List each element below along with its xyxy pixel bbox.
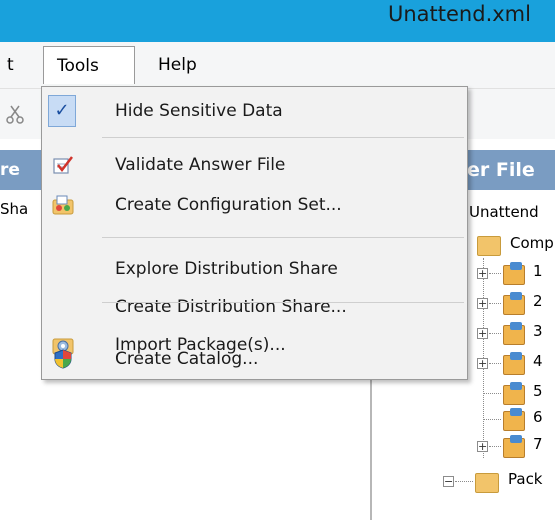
menu-item-label: Hide Sensitive Data [115,101,283,121]
menu-item-create-catalog[interactable]: Create Catalog... [42,339,467,379]
tree-item-packages[interactable]: Pack [508,470,543,488]
tree-connector [455,481,473,482]
tree-connector [483,419,501,420]
expand-icon[interactable]: + [477,268,488,279]
tree-connector [483,393,501,394]
menu-separator [102,302,464,303]
checkmark-icon: ✓ [48,95,76,127]
tree-item-pass-7[interactable]: 7 [533,435,543,453]
package-icon [503,292,525,315]
tree-item-components[interactable]: Comp [510,234,554,252]
tree-connector [489,273,501,274]
package-icon [503,262,525,285]
menu-tools[interactable]: Tools [43,46,135,84]
tree-connector [489,303,501,304]
left-pane-row[interactable]: Sha [0,196,42,222]
scissors-icon[interactable] [4,103,26,125]
menu-help[interactable]: Help [146,46,209,84]
menu-separator [102,137,464,138]
expand-icon[interactable]: + [477,298,488,309]
menu-item-label: Validate Answer File [115,155,286,175]
collapse-icon[interactable]: − [443,476,454,487]
menu-edit[interactable]: t [0,46,26,84]
expand-icon[interactable]: + [477,358,488,369]
tree-item-pass-2[interactable]: 2 [533,292,543,310]
tools-menu-dropdown: ✓ Hide Sensitive Data Validate Answer Fi… [41,86,468,380]
menu-item-create-configuration-set[interactable]: Create Configuration Set... [42,185,467,225]
menu-item-label: Explore Distribution Share [115,259,338,279]
configuration-set-icon [52,195,74,215]
tree-item-pass-1[interactable]: 1 [533,262,543,280]
package-icon [503,382,525,405]
tree-item-pass-4[interactable]: 4 [533,352,543,370]
tree-root-unattend[interactable]: Unattend [469,203,539,221]
tree-item-pass-6[interactable]: 6 [533,408,543,426]
package-icon [503,435,525,458]
folder-icon [475,473,499,493]
validate-icon [53,156,73,174]
title-bar: Unattend.xml [0,0,555,42]
menu-item-label: Create Distribution Share... [115,297,347,317]
tree-connector [489,363,501,364]
menu-bar: t Tools Help [0,42,555,89]
tree-connector [489,333,501,334]
menu-separator [102,237,464,238]
window-title: Unattend.xml [388,2,531,26]
expand-icon[interactable]: + [477,328,488,339]
menu-item-label: Create Catalog... [115,349,259,369]
folder-icon [477,236,501,256]
package-icon [503,408,525,431]
package-icon [503,352,525,375]
expand-icon[interactable]: + [477,441,488,452]
menu-item-label: Create Configuration Set... [115,195,342,215]
menu-item-hide-sensitive-data[interactable]: ✓ Hide Sensitive Data [42,91,467,131]
package-icon [503,322,525,345]
shield-icon [54,349,72,369]
tree-item-pass-5[interactable]: 5 [533,382,543,400]
menu-item-explore-distribution-share[interactable]: Explore Distribution Share [42,249,467,289]
menu-item-validate-answer-file[interactable]: Validate Answer File [42,145,467,185]
left-pane-header: re [0,150,42,190]
menu-item-create-distribution-share[interactable]: Create Distribution Share... [42,287,467,327]
tree-connector [489,446,501,447]
tree-item-pass-3[interactable]: 3 [533,322,543,340]
